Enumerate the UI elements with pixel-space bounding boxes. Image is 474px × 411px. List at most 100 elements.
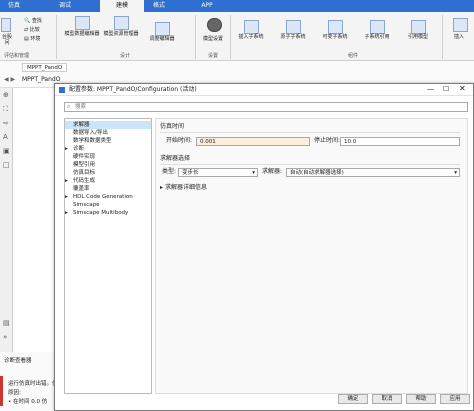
- tree-item-codegen[interactable]: ▸ 代码生成: [65, 177, 151, 185]
- model-reference-button[interactable]: 引用模型: [398, 34, 438, 40]
- subsystem-reference-button[interactable]: 子系统引用: [357, 34, 397, 40]
- rect-icon[interactable]: □: [3, 162, 10, 169]
- arrow-icon[interactable]: ⇨: [3, 120, 10, 127]
- cancel-button[interactable]: 取消: [372, 394, 402, 404]
- tree-item-model-ref[interactable]: 模型引用: [65, 161, 151, 169]
- config-parameters-dialog: 配置参数: MPPT_PandO/Configuration (活动) — ☐ …: [54, 83, 474, 411]
- gear-icon: [207, 18, 222, 32]
- insert-button[interactable]: 插入: [446, 34, 472, 40]
- chevron-down-icon: ▾: [454, 170, 457, 176]
- editor-tab[interactable]: MPPT_PandO: [22, 63, 68, 72]
- maximize-icon[interactable]: ☐: [443, 85, 449, 93]
- tree-item-solver[interactable]: 求解器: [65, 121, 151, 129]
- section-component: 组件: [348, 53, 359, 59]
- model-reference-icon: [411, 20, 426, 34]
- tab-simulation[interactable]: 仿真: [0, 0, 28, 12]
- tab-format[interactable]: 格式: [144, 0, 174, 12]
- expand-arrow-icon[interactable]: ▸: [65, 145, 73, 153]
- solver-select[interactable]: 自动(自动求解器选择) ▾: [286, 168, 460, 177]
- tab-modeling[interactable]: 建模: [100, 0, 144, 12]
- schedule-editor-button[interactable]: 调度编辑器: [142, 36, 182, 42]
- stop-time-label: 停止时间:: [314, 137, 341, 144]
- tree-label: 数据导入/导出: [73, 130, 108, 136]
- find-button[interactable]: 🔍 查找: [24, 18, 42, 24]
- ribbon-divider: [442, 15, 443, 59]
- check-icon[interactable]: [1, 18, 11, 32]
- search-box[interactable]: ⌕: [64, 102, 468, 112]
- insert-icon: [453, 18, 468, 32]
- text-icon[interactable]: A: [3, 134, 10, 141]
- expand-arrow-icon[interactable]: ▸: [65, 193, 73, 201]
- schedule-editor-icon: [155, 22, 170, 36]
- model-data-editor-button[interactable]: 模型数据编辑器: [62, 31, 102, 37]
- search-input[interactable]: [75, 103, 455, 111]
- ribbon-divider: [195, 15, 196, 59]
- solver-details-toggle[interactable]: ▸ 求解器详细信息: [160, 184, 207, 192]
- tree-item-math[interactable]: 数学和数据类型: [65, 137, 151, 145]
- left-toolbar: ⊕ ⛶ ⇨ A ▣ □ ▤ »: [0, 88, 13, 352]
- tree-label: 硬件实现: [73, 154, 96, 160]
- category-tree: 求解器 数据导入/导出 数学和数据类型 ▸ 诊断 硬件实现 模型引用 仿真目标 ▸…: [64, 118, 152, 394]
- expand-arrow-icon[interactable]: ▸: [65, 209, 73, 217]
- chevron-down-icon: ▾: [252, 170, 255, 176]
- apply-button[interactable]: 应用: [440, 394, 470, 404]
- tree-label: Simscape Multibody: [73, 210, 129, 216]
- tree-label: 诊断: [73, 146, 85, 152]
- solver-label: 求解器:: [262, 168, 283, 175]
- tab-app[interactable]: APP: [192, 0, 222, 12]
- ribbon-divider: [56, 15, 57, 59]
- tree-label: Simscape: [73, 202, 100, 208]
- tree-item-sim-target[interactable]: 仿真目标: [65, 169, 151, 177]
- fit-icon[interactable]: ⛶: [3, 106, 10, 113]
- ribbon-toolbar: 台股问 🔍 查找 ⇄ 比较 ▤ 环境 评估和管理 模型数据编辑器 模型资源管理器…: [0, 12, 474, 61]
- variant-subsystem-icon: [328, 20, 343, 34]
- tab-debug[interactable]: 调试: [50, 0, 80, 12]
- subsystem-reference-icon: [370, 20, 385, 34]
- collapse-icon[interactable]: »: [3, 334, 10, 341]
- error-marker: [0, 376, 3, 406]
- app-icon: [59, 87, 65, 93]
- tree-label: 数学和数据类型: [73, 138, 112, 144]
- tree-label: HDL Code Generation: [73, 194, 133, 200]
- tree-item-hdl[interactable]: ▸ HDL Code Generation: [65, 193, 151, 201]
- diagnostic-line: 原因:: [8, 390, 21, 396]
- dialog-title-bar: 配置参数: MPPT_PandO/Configuration (活动) — ☐ …: [55, 84, 473, 96]
- tree-item-diagnostics[interactable]: ▸ 诊断: [65, 145, 151, 153]
- tree-item-simscape[interactable]: Simscape: [65, 201, 151, 209]
- help-button[interactable]: 帮助: [406, 394, 436, 404]
- model-settings-button[interactable]: 模型设置: [198, 36, 228, 42]
- tree-item-hardware[interactable]: 硬件实现: [65, 153, 151, 161]
- zoom-icon[interactable]: ⊕: [3, 92, 10, 99]
- panel-icon[interactable]: ▤: [3, 320, 10, 327]
- section-evaluate: 评估和管理: [4, 53, 30, 59]
- insert-subsystem-icon: [244, 20, 259, 34]
- solver-type-value: 变步长: [182, 170, 199, 176]
- solver-type-select[interactable]: 变步长 ▾: [178, 168, 258, 177]
- compare-button[interactable]: ⇄ 比较: [24, 27, 40, 33]
- section-settings: 设置: [208, 53, 219, 59]
- solver-value: 自动(自动求解器选择): [290, 170, 344, 176]
- close-icon[interactable]: ✕: [459, 84, 466, 93]
- model-explorer-button[interactable]: 模型资源管理器: [102, 31, 140, 37]
- stop-time-field[interactable]: 10.0: [340, 137, 460, 146]
- ok-button[interactable]: 确定: [338, 394, 368, 404]
- tree-label: 代码生成: [73, 178, 96, 184]
- insert-subsystem-button[interactable]: 插入子系统: [232, 34, 270, 40]
- variant-subsystem-button[interactable]: 可变子系统: [315, 34, 355, 40]
- minimize-icon[interactable]: —: [427, 85, 434, 93]
- start-time-field[interactable]: 0.001: [196, 137, 310, 146]
- search-icon: ⌕: [67, 103, 71, 110]
- tree-item-multibody[interactable]: ▸ Simscape Multibody: [65, 209, 151, 217]
- divider: [160, 164, 460, 165]
- tree-label: 覆盖率: [73, 186, 90, 192]
- environment-button[interactable]: ▤ 环境: [24, 36, 40, 42]
- back-arrow-icon[interactable]: ◀ ▶: [4, 76, 15, 83]
- atomic-subsystem-button[interactable]: 原子子系统: [273, 34, 313, 40]
- image-icon[interactable]: ▣: [3, 148, 10, 155]
- expand-arrow-icon[interactable]: ▸: [65, 177, 73, 185]
- tree-item-coverage[interactable]: 覆盖率: [65, 185, 151, 193]
- ribbon-left-fragment[interactable]: 台股问: [0, 34, 14, 46]
- tree-item-data-io[interactable]: 数据导入/导出: [65, 129, 151, 137]
- solver-settings-panel: 仿真时间 开始时间: 0.001 停止时间: 10.0 求解器选择 类型: 变步…: [155, 118, 468, 394]
- chevron-right-icon: ▸: [160, 184, 164, 191]
